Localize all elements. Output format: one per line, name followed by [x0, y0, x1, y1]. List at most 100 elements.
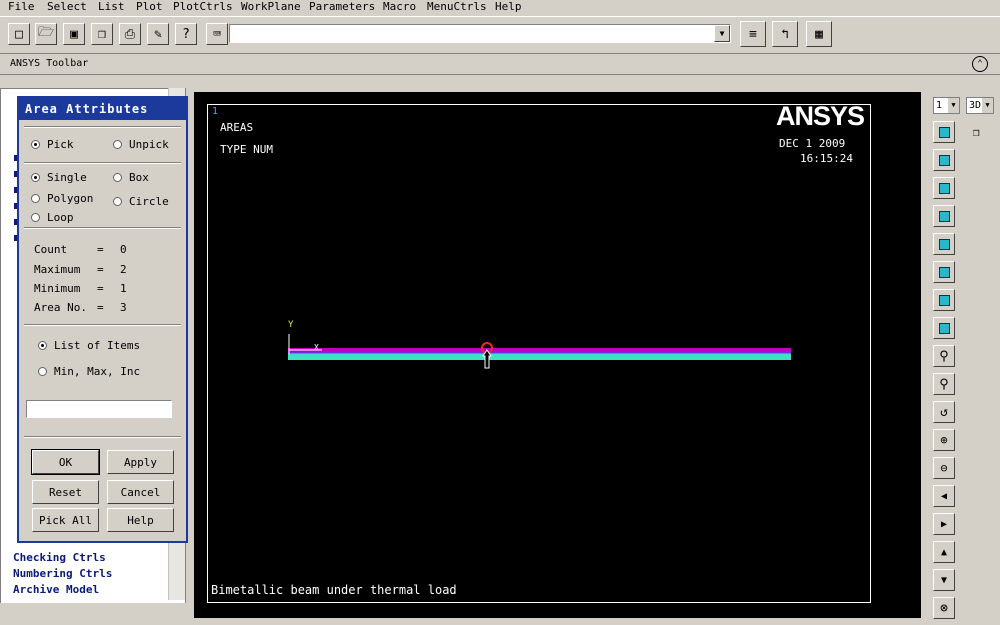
- minimum-label: Minimum: [34, 282, 81, 295]
- menu-plot[interactable]: Plot: [136, 0, 163, 13]
- menu-help[interactable]: Help: [495, 0, 522, 13]
- zoom-in-icon[interactable]: ⊕: [933, 429, 955, 451]
- ok-button[interactable]: OK: [31, 449, 100, 475]
- pick-label: Pick: [47, 138, 74, 151]
- polygon-label: Polygon: [47, 192, 94, 205]
- window-select[interactable]: 1 ▼: [933, 97, 960, 114]
- circle-radio[interactable]: [113, 197, 122, 206]
- pan-down-icon[interactable]: ▼: [933, 569, 955, 591]
- axis-x-label: X: [314, 343, 319, 352]
- help-button[interactable]: Help: [107, 508, 174, 532]
- menu-archive-model[interactable]: Archive Model: [13, 583, 99, 596]
- maximum-label: Maximum: [34, 263, 81, 276]
- bottom-view-icon[interactable]: [933, 261, 955, 283]
- model-icon[interactable]: ❒: [91, 23, 113, 45]
- single-label: Single: [47, 171, 87, 184]
- command-input[interactable]: [229, 24, 731, 43]
- area-no-eq: =: [97, 301, 104, 314]
- count-value: 0: [120, 243, 127, 256]
- top-area[interactable]: [288, 348, 791, 353]
- menu-checking-ctrls[interactable]: Checking Ctrls: [13, 551, 106, 564]
- front-view-icon[interactable]: [933, 177, 955, 199]
- box-zoom-icon[interactable]: ⚲: [933, 373, 955, 395]
- menu-parameters[interactable]: Parameters: [309, 0, 375, 13]
- save-icon[interactable]: ▣: [63, 23, 85, 45]
- model-canvas: [288, 334, 791, 369]
- menu-select[interactable]: Select: [47, 0, 87, 13]
- zoom-icon[interactable]: ⚲: [933, 345, 955, 367]
- polygon-radio[interactable]: [31, 194, 40, 203]
- chevron-down-icon: ▼: [948, 98, 959, 113]
- cancel-button[interactable]: Cancel: [107, 480, 174, 504]
- menu-list[interactable]: List: [98, 0, 125, 13]
- divider: [24, 324, 181, 326]
- menu-bar: File Select List Plot PlotCtrls WorkPlan…: [0, 0, 1000, 14]
- list-of-items-label: List of Items: [54, 339, 141, 352]
- right-view-icon[interactable]: [933, 317, 955, 339]
- raise-hidden-icon[interactable]: ≡: [740, 21, 766, 47]
- reset-picking-icon[interactable]: ↰: [772, 21, 798, 47]
- maximum-eq: =: [97, 263, 104, 276]
- maximum-value: 2: [120, 263, 127, 276]
- pan-up-icon[interactable]: ▲: [933, 541, 955, 563]
- graphics-window[interactable]: 1 AREAS TYPE NUM ANSYS DEC 1 2009 16:15:…: [194, 92, 921, 618]
- pick-radio[interactable]: [31, 140, 40, 149]
- list-of-items-radio[interactable]: [38, 341, 47, 350]
- rotate-icon[interactable]: ⊗: [933, 597, 955, 619]
- bottom-area[interactable]: [288, 353, 791, 360]
- contact-manager-icon[interactable]: ▦: [806, 21, 832, 47]
- pan-left-icon[interactable]: ◀: [933, 485, 955, 507]
- zoom-out-icon[interactable]: ⊖: [933, 457, 955, 479]
- pick-all-button[interactable]: Pick All: [32, 508, 99, 532]
- reset-button[interactable]: Reset: [32, 480, 99, 504]
- open-folder-icon[interactable]: 🗁: [35, 23, 57, 45]
- divider: [24, 436, 181, 438]
- dynamic-mode-icon[interactable]: ❒: [973, 126, 989, 142]
- report-icon[interactable]: ✎: [147, 23, 169, 45]
- box-label: Box: [129, 171, 149, 184]
- circle-label: Circle: [129, 195, 169, 208]
- iso-view-icon[interactable]: [933, 121, 955, 143]
- top-view-icon[interactable]: [933, 233, 955, 255]
- ansys-toolbar: ANSYS Toolbar: [0, 54, 1000, 75]
- view-toolbar: 1 ▼ 3D ▼ ❒ ⚲ ⚲ ↺ ⊕ ⊖ ◀ ▶ ▲ ▼ ⊗: [925, 92, 1000, 625]
- divider: [24, 227, 181, 229]
- min-max-inc-label: Min, Max, Inc: [54, 365, 141, 378]
- win-zoom-icon[interactable]: ↺: [933, 401, 955, 423]
- single-radio[interactable]: [31, 173, 40, 182]
- count-eq: =: [97, 243, 104, 256]
- menu-numbering-ctrls[interactable]: Numbering Ctrls: [13, 567, 112, 580]
- minimum-value: 1: [120, 282, 127, 295]
- new-file-icon[interactable]: □: [8, 23, 30, 45]
- menu-file[interactable]: File: [8, 0, 35, 13]
- pan-right-icon[interactable]: ▶: [933, 513, 955, 535]
- oblique-view-icon[interactable]: [933, 149, 955, 171]
- divider: [24, 162, 181, 164]
- chevron-down-icon: ▼: [982, 98, 993, 113]
- pick-value-input[interactable]: [26, 400, 172, 418]
- menu-workplane[interactable]: WorkPlane: [241, 0, 301, 13]
- menu-menuctrls[interactable]: MenuCtrls: [427, 0, 487, 13]
- loop-radio[interactable]: [31, 213, 40, 222]
- box-radio[interactable]: [113, 173, 122, 182]
- ansys-toolbar-label: ANSYS Toolbar: [10, 58, 89, 69]
- print-icon[interactable]: ⎙: [119, 23, 141, 45]
- view-select[interactable]: 3D ▼: [966, 97, 994, 114]
- area-no-label: Area No.: [34, 301, 87, 314]
- menu-macro[interactable]: Macro: [383, 0, 416, 13]
- help-icon[interactable]: ?: [175, 23, 197, 45]
- back-view-icon[interactable]: [933, 205, 955, 227]
- divider: [24, 126, 181, 128]
- collapse-icon[interactable]: ⌃: [972, 56, 988, 72]
- chevron-down-icon[interactable]: ▼: [714, 25, 730, 42]
- menu-plotctrls[interactable]: PlotCtrls: [173, 0, 233, 13]
- unpick-radio[interactable]: [113, 140, 122, 149]
- area-attributes-dialog: Area Attributes Pick Unpick Single Box P…: [17, 96, 188, 543]
- plot-caption: Bimetallic beam under thermal load: [211, 583, 457, 597]
- apply-button[interactable]: Apply: [107, 450, 174, 474]
- horizontal-scrollbar[interactable]: [0, 603, 186, 619]
- minimum-eq: =: [97, 282, 104, 295]
- dialog-title: Area Attributes: [19, 98, 186, 120]
- min-max-inc-radio[interactable]: [38, 367, 47, 376]
- left-view-icon[interactable]: [933, 289, 955, 311]
